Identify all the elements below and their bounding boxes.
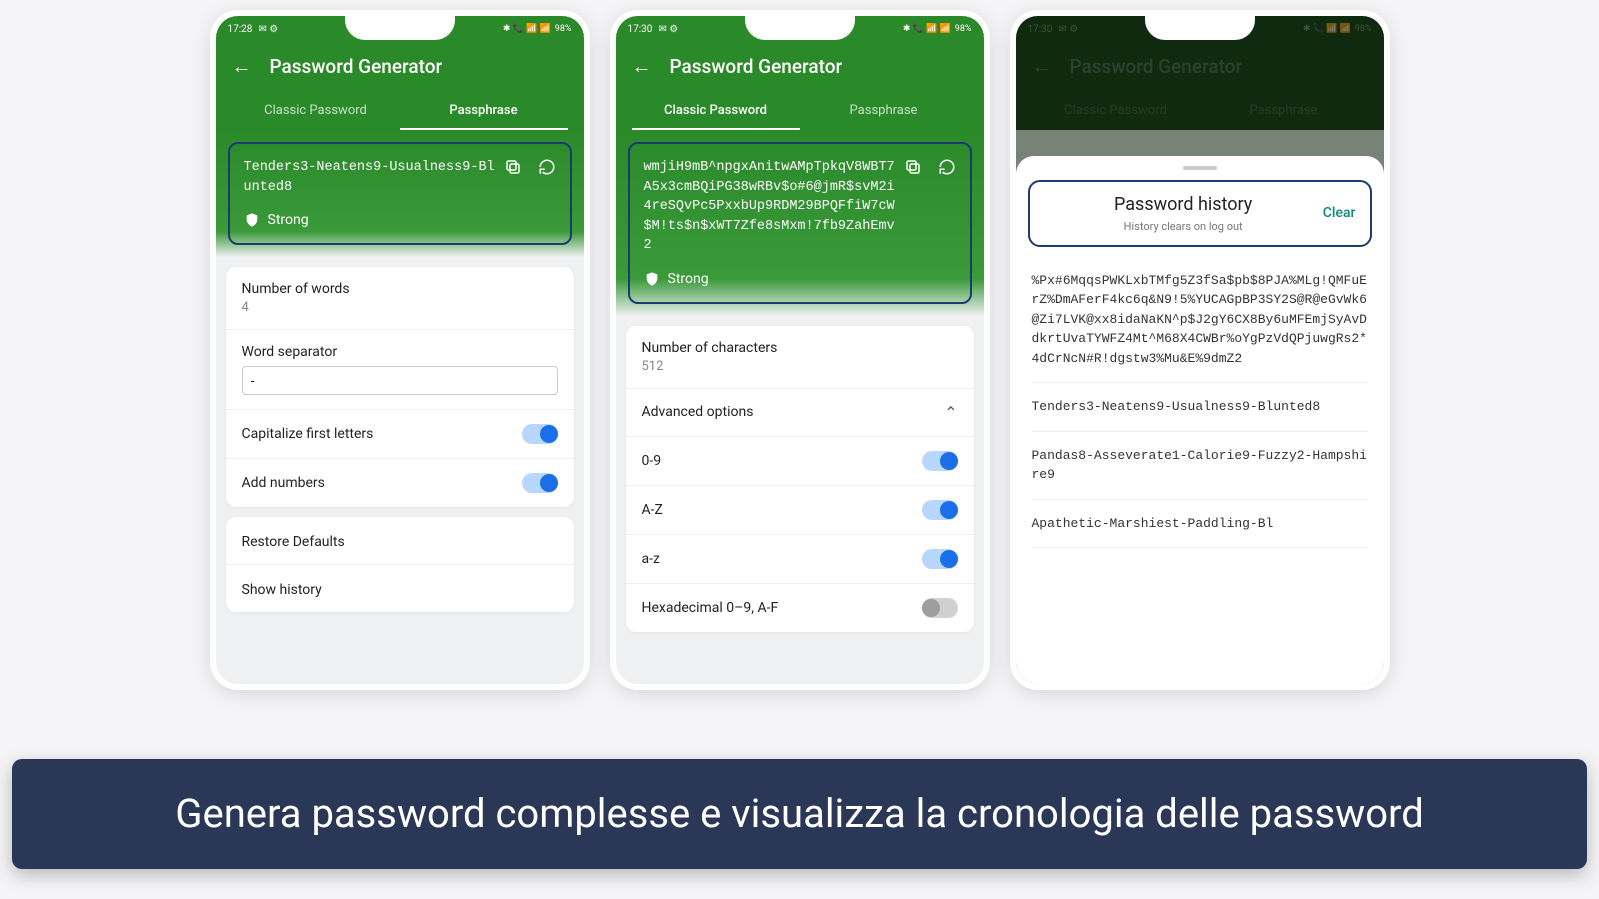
notch [345,14,455,40]
status-icons-left: ✉ ⚙ [658,24,678,35]
history-sheet: Password history History clears on log o… [1016,156,1384,684]
tab-passphrase[interactable]: Passphrase [400,93,568,130]
page-title: Password Generator [670,55,843,78]
history-title: Password history [1044,194,1323,216]
tab-classic-password[interactable]: Classic Password [232,93,400,130]
history-list[interactable]: %Px#6MqqsPWKLxbTMfg5Z3fSa$pb$8PJA%MLg!QM… [1016,257,1384,684]
history-item[interactable]: %Px#6MqqsPWKLxbTMfg5Z3fSa$pb$8PJA%MLg!QM… [1032,257,1368,384]
copy-icon[interactable] [502,156,524,178]
phone-classic: 17:30 ✉ ⚙ ✱ 📞 📶 📶 98% ← Password Generat… [610,10,990,690]
toggle-hexadecimal[interactable] [922,598,958,618]
status-battery: 98% [955,24,972,34]
history-item[interactable]: Apathetic-Marshiest-Paddling-Bl [1032,500,1368,549]
phone-history: 17:30 ✉ ⚙ ✱ 📞 📶 📶 98% ← Password Generat… [1010,10,1390,690]
toggle-add-numbers[interactable] [522,473,558,493]
history-header: Password history History clears on log o… [1028,180,1372,247]
option-uppercase[interactable]: A-Z [626,486,974,535]
history-item[interactable]: Tenders3-Neatens9-Usualness9-Blunted8 [1032,383,1368,432]
sheet-handle[interactable] [1183,166,1217,170]
option-number-of-characters[interactable]: Number of characters 512 [626,326,974,389]
caption-banner: Genera password complesse e visualizza l… [12,759,1587,869]
restore-defaults-button[interactable]: Restore Defaults [226,517,574,565]
back-arrow-icon[interactable]: ← [232,54,252,79]
show-history-button[interactable]: Show history [226,565,574,612]
app-header: ← Password Generator Classic Password Pa… [216,42,584,130]
option-number-of-words[interactable]: Number of words 4 [226,267,574,330]
status-icons-left: ✉ ⚙ [258,24,278,35]
shield-icon [244,211,260,229]
word-separator-input[interactable] [242,366,558,395]
status-battery: 98% [555,24,572,34]
option-add-numbers[interactable]: Add numbers [226,459,574,507]
status-icons-right: ✱ 📞 📶 📶 [503,24,551,34]
generated-password-card: wmjiH9mB^npgxAnitwAMpTpkqV8WBT7A5x3cmBQi… [628,142,972,304]
option-word-separator: Word separator [226,330,574,410]
option-hexadecimal[interactable]: Hexadecimal 0–9, A-F [626,584,974,632]
option-digits[interactable]: 0-9 [626,437,974,486]
tab-passphrase[interactable]: Passphrase [800,93,968,130]
page-title: Password Generator [270,55,443,78]
option-lowercase[interactable]: a-z [626,535,974,584]
status-time: 17:28 [228,24,253,35]
app-header: ← Password Generator Classic Password Pa… [616,42,984,130]
toggle-capitalize[interactable] [522,424,558,444]
phone-passphrase: 17:28 ✉ ⚙ ✱ 📞 📶 📶 98% ← Password Generat… [210,10,590,690]
refresh-icon[interactable] [936,156,958,178]
clear-button[interactable]: Clear [1323,205,1356,221]
strength-label: Strong [668,271,709,287]
chevron-up-icon: ⌃ [944,403,957,422]
history-item[interactable]: Pandas8-Asseverate1-Calorie9-Fuzzy2-Hamp… [1032,432,1368,500]
copy-icon[interactable] [902,156,924,178]
toggle-digits[interactable] [922,451,958,471]
toggle-lowercase[interactable] [922,549,958,569]
back-arrow-icon[interactable]: ← [632,54,652,79]
status-time: 17:30 [628,24,653,35]
strength-label: Strong [268,212,309,228]
status-icons-right: ✱ 📞 📶 📶 [903,24,951,34]
notch [1145,14,1255,40]
refresh-icon[interactable] [536,156,558,178]
generated-password-card: Tenders3-Neatens9-Usualness9-Blunted8 St… [228,142,572,245]
advanced-options-toggle[interactable]: Advanced options ⌃ [626,389,974,437]
shield-icon [644,270,660,288]
history-subtitle: History clears on log out [1044,220,1323,233]
toggle-uppercase[interactable] [922,500,958,520]
tab-classic-password[interactable]: Classic Password [632,93,800,130]
option-capitalize[interactable]: Capitalize first letters [226,410,574,459]
notch [745,14,855,40]
